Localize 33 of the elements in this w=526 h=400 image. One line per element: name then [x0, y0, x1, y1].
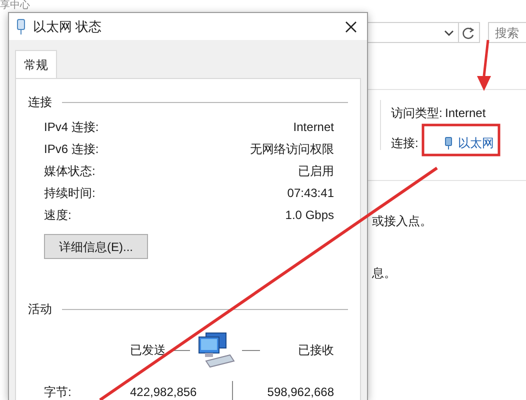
bytes-received: 598,962,668	[267, 384, 334, 400]
detail-label: 访问类型:	[391, 105, 444, 122]
ethernet-icon	[17, 18, 25, 34]
details-button[interactable]: 详细信息(E)...	[44, 234, 148, 259]
field-label: 媒体状态:	[44, 163, 96, 180]
annotation-arrow	[477, 40, 491, 91]
message-text: 息。	[372, 265, 396, 282]
field-value: 已启用	[298, 163, 334, 180]
section-heading: 活动	[28, 301, 52, 318]
message-text: 或接入点。	[372, 213, 432, 230]
section-heading: 连接	[28, 94, 52, 111]
field-value: 07:43:41	[287, 185, 334, 202]
close-icon[interactable]	[345, 20, 357, 32]
field-value: 无网络访问权限	[250, 141, 334, 158]
field-label: IPv6 连接:	[44, 141, 99, 158]
connection-link[interactable]: 以太网	[445, 134, 494, 152]
bytes-sent: 422,982,856	[130, 384, 198, 400]
sent-label: 已发送	[130, 342, 166, 359]
field-value: 1.0 Gbps	[285, 207, 334, 224]
detail-value: Internet	[445, 105, 487, 122]
network-computers-icon	[196, 331, 236, 369]
field-label: 字节:	[44, 384, 72, 400]
field-label: 持续时间:	[44, 185, 96, 202]
field-label: 速度:	[44, 207, 72, 224]
ethernet-icon	[445, 136, 452, 150]
tab[interactable]: 常规	[15, 50, 57, 78]
field-label: IPv4 连接:	[44, 119, 99, 136]
detail-label: 连接:	[391, 135, 420, 152]
chevron-down-icon[interactable]	[444, 28, 454, 36]
dialog-title: 以太网 状态	[33, 18, 102, 36]
field-value: Internet	[293, 119, 334, 136]
received-label: 已接收	[298, 342, 334, 359]
search-field[interactable]: 搜索	[488, 22, 526, 43]
